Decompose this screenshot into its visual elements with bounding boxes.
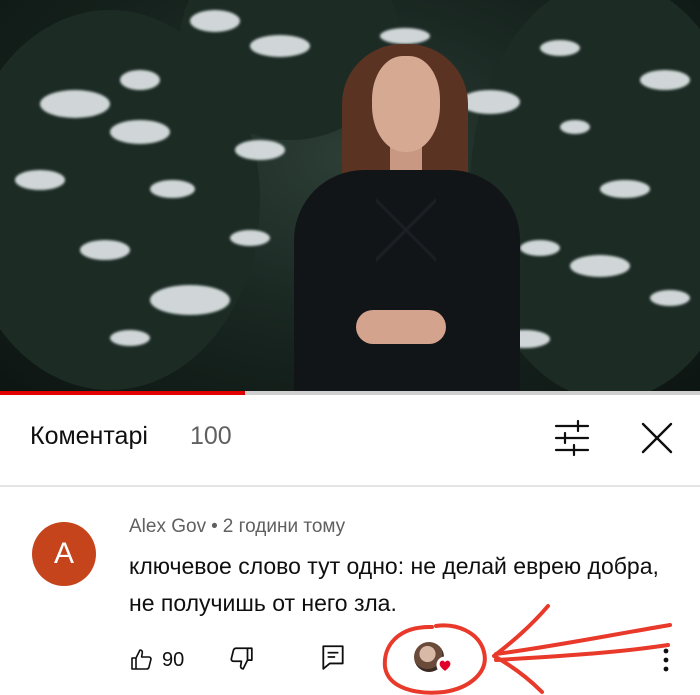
avatar[interactable]: A [32, 522, 96, 586]
comments-header: Коментарі 100 [0, 398, 700, 480]
snow-patch [540, 40, 580, 56]
presenter-face [372, 56, 440, 152]
snow-patch [110, 330, 150, 346]
more-vert-icon [663, 648, 669, 672]
meta-separator: • [211, 516, 218, 537]
divider [0, 485, 700, 487]
dislike-button[interactable] [228, 645, 258, 675]
presenter-lapel [376, 170, 436, 290]
avatar-letter: A [53, 537, 74, 570]
comments-title: Коментарі [30, 422, 148, 450]
snow-patch [150, 180, 195, 198]
snow-patch [600, 180, 650, 198]
thumb-up-icon [131, 649, 152, 670]
close-button[interactable] [637, 418, 677, 458]
like-count: 90 [162, 648, 185, 671]
snow-patch [120, 70, 160, 90]
snow-patch [15, 170, 65, 190]
video-progress-fill [0, 391, 245, 395]
comment-text: ключевое слово тут одно: не делай еврею … [129, 553, 659, 616]
reply-icon [322, 645, 344, 670]
snow-patch [570, 255, 630, 277]
snow-patch [235, 140, 285, 160]
snow-patch [230, 230, 270, 246]
video-progress-bar[interactable] [0, 391, 700, 395]
heart-icon [436, 656, 454, 674]
snow-patch [560, 120, 590, 134]
creator-heart[interactable] [414, 642, 454, 676]
presenter [280, 30, 530, 393]
snow-patch [190, 10, 240, 32]
snow-patch [80, 240, 130, 260]
comment-meta: Alex Gov • 2 години тому [129, 516, 345, 538]
comments-count: 100 [190, 422, 232, 450]
thumb-down-icon [230, 647, 253, 670]
close-icon [641, 422, 673, 454]
more-actions-button[interactable] [656, 644, 676, 676]
video-player[interactable] [0, 0, 700, 393]
snow-patch [650, 290, 690, 306]
comment-author[interactable]: Alex Gov [129, 516, 206, 537]
snow-patch [110, 120, 170, 144]
snow-patch [150, 285, 230, 315]
sort-filter-button[interactable] [552, 418, 592, 458]
annotation-arrow-shaft [494, 643, 670, 662]
annotation-arrow-shaft [494, 623, 672, 656]
sort-filter-icon [554, 419, 590, 457]
presenter-hands [356, 310, 446, 344]
snow-patch [640, 70, 690, 90]
snow-patch [40, 90, 110, 118]
comment-time: 2 години тому [222, 516, 346, 537]
like-button[interactable]: 90 [130, 645, 190, 675]
reply-button[interactable] [320, 643, 348, 673]
